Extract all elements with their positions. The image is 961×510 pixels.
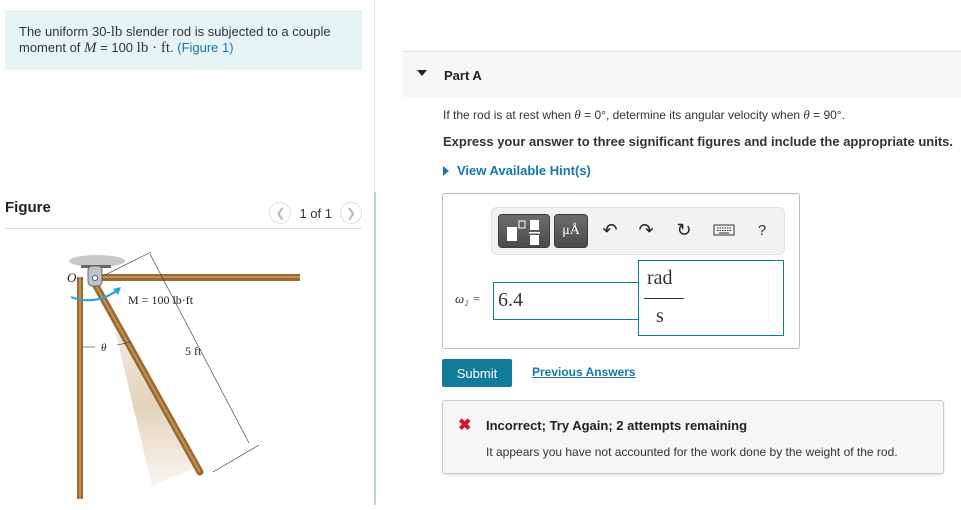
unit-numerator: rad (647, 267, 673, 289)
angle-label: θ (101, 342, 107, 354)
problem-text-prefix: The uniform 30- (19, 24, 111, 39)
hints-label: View Available Hint(s) (457, 163, 591, 178)
moment-unit: lb · ft (136, 40, 170, 56)
weight-unit: lb (110, 24, 123, 40)
period: . (169, 40, 174, 55)
part-title: Part A (444, 68, 482, 83)
feedback-message: It appears you have not accounted for th… (486, 445, 898, 459)
dimension-extension-bottom (212, 444, 260, 473)
answer-value-input[interactable]: 6.4 (493, 282, 639, 320)
part-a-header[interactable]: Part A (402, 51, 961, 97)
answer-box: μÅ ↶ ↷ ↻ ? ω₂ = 6.4 rad s (442, 193, 800, 349)
left-column: The uniform 30-lb slender rod is subject… (0, 0, 375, 505)
chevron-right-icon: ❯ (345, 206, 357, 220)
length-label: 5 ft (185, 344, 202, 358)
variable-label: ω₂ = (455, 291, 481, 307)
math-toolbar: μÅ ↶ ↷ ↻ ? (491, 207, 785, 255)
moment-equals: = 100 (96, 40, 137, 55)
question-part-b: = 0°, determine its angular velocity whe… (580, 108, 804, 122)
previous-answers-link[interactable]: Previous Answers (532, 365, 636, 379)
submit-button[interactable]: Submit (442, 359, 512, 387)
redo-icon[interactable]: ↷ (634, 220, 658, 241)
instruction-text: Express your answer to three significant… (443, 134, 953, 149)
rod-diagram: O M = 100 lb·ft θ 5 ft (67, 251, 300, 499)
rod-vertical-highlight (79, 277, 81, 499)
rod-figure: O M = 100 lb·ft θ 5 ft (55, 240, 315, 505)
column-divider (374, 0, 375, 192)
figure-link[interactable]: (Figure 1) (177, 40, 233, 55)
fraction-bar (644, 298, 684, 299)
pivot-label: O (67, 270, 77, 285)
keyboard-icon[interactable] (712, 221, 736, 242)
templates-button[interactable] (498, 214, 550, 248)
moment-label: M = 100 lb·ft (128, 293, 194, 307)
templates-icon (507, 220, 540, 245)
question-part-c: = 90°. (809, 108, 845, 122)
pin (92, 275, 98, 281)
figure-pager: ❮ 1 of 1 ❯ (269, 202, 362, 224)
prev-figure-button[interactable]: ❮ (269, 202, 292, 224)
column-divider-scroll[interactable] (374, 192, 376, 505)
view-hints-link[interactable]: View Available Hint(s) (443, 163, 591, 178)
help-button[interactable]: ? (750, 222, 774, 239)
figure-title: Figure (5, 199, 51, 216)
moment-arrowhead (113, 287, 121, 295)
caret-right-icon (443, 165, 449, 176)
reset-icon[interactable]: ↻ (672, 220, 696, 241)
question-text: If the rod is at rest when θ = 0°, deter… (443, 107, 845, 123)
feedback-title: Incorrect; Try Again; 2 attempts remaini… (486, 418, 748, 433)
next-figure-button[interactable]: ❯ (340, 202, 362, 224)
figure-header: Figure ❮ 1 of 1 ❯ (5, 199, 362, 229)
problem-statement: The uniform 30-lb slender rod is subject… (5, 11, 362, 70)
chevron-left-icon: ❮ (275, 206, 286, 220)
undo-icon[interactable]: ↶ (598, 220, 622, 241)
question-part-a: If the rod is at rest when (443, 108, 575, 122)
rod-horizontal-highlight (97, 276, 300, 278)
caret-down-icon (417, 70, 427, 76)
moment-symbol: M (84, 40, 97, 56)
x-icon: ✖ (458, 417, 472, 434)
pager-text: 1 of 1 (299, 205, 332, 221)
omega-2-label: ω₂ = (455, 291, 481, 306)
unit-denominator: s (656, 305, 664, 327)
feedback-box: ✖ Incorrect; Try Again; 2 attempts remai… (442, 400, 944, 474)
answer-unit-input[interactable]: rad s (638, 260, 784, 336)
units-button[interactable]: μÅ (554, 214, 588, 248)
